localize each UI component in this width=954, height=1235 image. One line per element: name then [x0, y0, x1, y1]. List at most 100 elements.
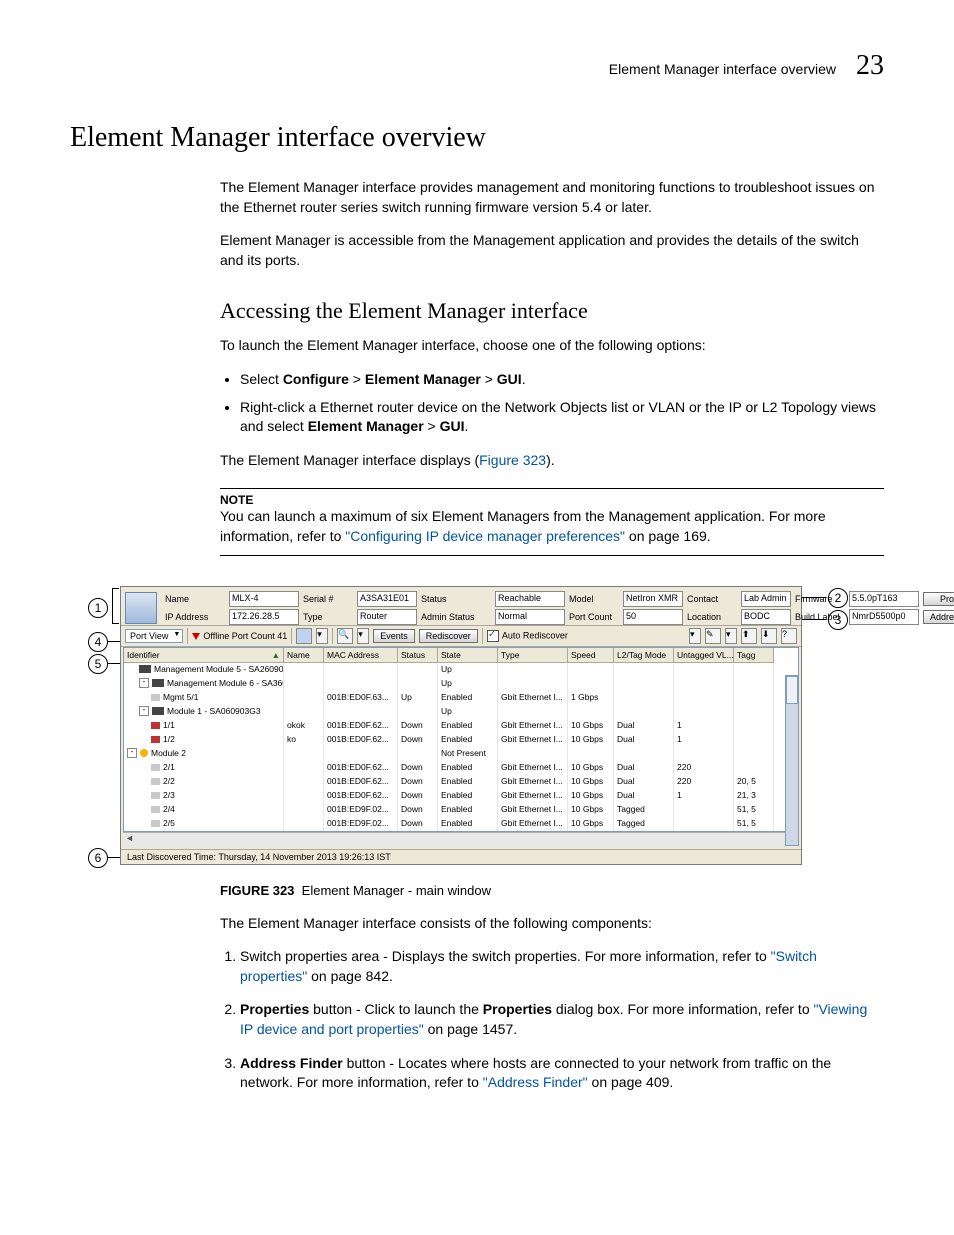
horizontal-scrollbar[interactable]	[123, 832, 799, 847]
label: IP Address	[165, 612, 225, 622]
offline-port-count: Offline Port Count 41	[192, 631, 287, 641]
callout-1: 1	[88, 598, 108, 618]
table-row[interactable]: Management Module 5 - SA26090806Up	[124, 663, 798, 677]
figure-reference-link[interactable]: Figure 323	[479, 452, 546, 468]
help-icon[interactable]: ?	[781, 628, 797, 644]
figure-caption: FIGURE 323 Element Manager - main window	[220, 883, 884, 898]
callout-leader	[108, 663, 120, 664]
location-field[interactable]: BODC	[741, 609, 791, 625]
checkbox-icon	[487, 630, 499, 642]
port-view-dropdown[interactable]: Port View	[125, 629, 183, 643]
ip-field[interactable]: 172.26.28.5	[229, 609, 299, 625]
table-row[interactable]: -Management Module 6 - SA36092006Up	[124, 677, 798, 691]
note-body: You can launch a maximum of six Element …	[220, 507, 884, 555]
toolbar-dropdown-icon[interactable]: ▾	[725, 628, 737, 644]
type-field: Router	[357, 609, 417, 625]
list-item: Address Finder button - Locates where ho…	[240, 1054, 884, 1093]
col-type[interactable]: Type	[498, 648, 568, 663]
col-l2[interactable]: L2/Tag Mode	[614, 648, 674, 663]
label: Port Count	[569, 612, 619, 622]
build-label-field: NmrD5500p0	[849, 609, 919, 625]
table-row[interactable]: -Module 1 - SA060903G3Up	[124, 705, 798, 719]
table-row[interactable]: 2/1001B:ED0F.62...DownEnabledGbit Ethern…	[124, 761, 798, 775]
serial-field[interactable]: A3SA31E01	[357, 591, 417, 607]
label: Status	[421, 594, 491, 604]
status-field: Reachable	[495, 591, 565, 607]
table-row[interactable]: 2/3001B:ED0F.62...DownEnabledGbit Ethern…	[124, 789, 798, 803]
list-item: Switch properties area - Displays the sw…	[240, 947, 884, 986]
address-finder-button[interactable]: Address Finder	[923, 610, 954, 624]
col-status[interactable]: Status	[398, 648, 438, 663]
note-heading: NOTE	[220, 488, 884, 507]
properties-button[interactable]: Properties	[923, 592, 954, 606]
port-count-field: 50	[623, 609, 683, 625]
label: Build Label	[795, 612, 845, 622]
label: Type	[303, 612, 353, 622]
table-row[interactable]: 1/2ko001B:ED0F.62...DownEnabledGbit Ethe…	[124, 733, 798, 747]
col-identifier[interactable]: Identifier ▲	[124, 648, 284, 663]
name-field[interactable]: MLX-4	[229, 591, 299, 607]
table-row[interactable]: 1/1okok001B:ED0F.62...DownEnabledGbit Et…	[124, 719, 798, 733]
table-row[interactable]: Mgmt 5/1001B:ED0F.63...UpEnabledGbit Eth…	[124, 691, 798, 705]
table-row[interactable]: -Module 2Not Present	[124, 747, 798, 761]
switch-properties-area: Name MLX-4 Serial # A3SA31E01 Status Rea…	[121, 587, 801, 625]
col-speed[interactable]: Speed	[568, 648, 614, 663]
device-icon	[125, 592, 157, 624]
events-button[interactable]: Events	[373, 629, 415, 643]
down-arrow-icon	[192, 633, 200, 640]
label: Location	[687, 612, 737, 622]
contact-field[interactable]: Lab Admin	[741, 591, 791, 607]
label: Admin Status	[421, 612, 491, 622]
page-number: 23	[856, 50, 884, 82]
callout-leader	[108, 641, 120, 642]
note-link[interactable]: "Configuring IP device manager preferenc…	[345, 528, 625, 544]
port-table: Identifier ▲ Name MAC Address Status Sta…	[123, 647, 799, 832]
callout-brace	[112, 588, 119, 624]
search-dropdown-icon[interactable]: ▾	[357, 628, 369, 644]
auto-rediscover-checkbox[interactable]: Auto Rediscover	[487, 630, 568, 642]
list-item: Select Configure > Element Manager > GUI…	[240, 370, 884, 390]
up-arrow-icon[interactable]: ⬆	[741, 628, 757, 644]
firmware-field: 5.5.0pT163	[849, 591, 919, 607]
paragraph: The Element Manager interface consists o…	[220, 914, 884, 934]
vertical-scrollbar[interactable]	[785, 675, 799, 846]
table-row[interactable]: 2/4001B:ED9F.02...DownEnabledGbit Ethern…	[124, 803, 798, 817]
list-item: Right-click a Ethernet router device on …	[240, 398, 884, 437]
cross-reference-link[interactable]: "Address Finder"	[483, 1074, 588, 1090]
paragraph: The Element Manager interface provides m…	[220, 178, 884, 217]
search-icon[interactable]: 🔍	[337, 628, 353, 644]
label: Firmware	[795, 594, 845, 604]
running-header: Element Manager interface overview	[609, 61, 836, 77]
callout-leader	[108, 857, 120, 858]
label: Contact	[687, 594, 737, 604]
toolbar-dropdown-icon[interactable]: ▾	[689, 628, 701, 644]
callout-6: 6	[88, 848, 108, 868]
callout-4: 4	[88, 632, 108, 652]
paragraph: Element Manager is accessible from the M…	[220, 231, 884, 270]
legend-dropdown-icon[interactable]: ▾	[316, 628, 328, 644]
label: Name	[165, 594, 225, 604]
col-untagged[interactable]: Untagged VL...	[674, 648, 734, 663]
down-arrow-icon[interactable]: ⬇	[761, 628, 777, 644]
table-header-row: Identifier ▲ Name MAC Address Status Sta…	[124, 648, 798, 663]
callout-5: 5	[88, 654, 108, 674]
table-row[interactable]: 2/5001B:ED9F.02...DownEnabledGbit Ethern…	[124, 817, 798, 831]
admin-status-field: Normal	[495, 609, 565, 625]
element-manager-window: Name MLX-4 Serial # A3SA31E01 Status Rea…	[120, 586, 802, 865]
section-heading: Accessing the Element Manager interface	[220, 298, 884, 324]
label: Serial #	[303, 594, 353, 604]
table-row[interactable]: 2/2001B:ED0F.62...DownEnabledGbit Ethern…	[124, 775, 798, 789]
list-item: Properties button - Click to launch the …	[240, 1000, 884, 1039]
col-tagg[interactable]: Tagg	[734, 648, 774, 663]
col-mac[interactable]: MAC Address	[324, 648, 398, 663]
toolbar: Port View Offline Port Count 41 ▾ 🔍 ▾ Ev…	[121, 625, 801, 647]
brush-icon[interactable]: ✎	[705, 628, 721, 644]
page-heading: Element Manager interface overview	[70, 122, 884, 154]
figure-323: 1 2 3 4 5 6 Name MLX-4 Serial # A3SA31E0…	[70, 586, 884, 865]
label: Model	[569, 594, 619, 604]
col-state[interactable]: State	[438, 648, 498, 663]
col-name[interactable]: Name	[284, 648, 324, 663]
paragraph: The Element Manager interface displays (…	[220, 451, 884, 471]
rediscover-button[interactable]: Rediscover	[419, 629, 478, 643]
legend-swatch[interactable]	[296, 628, 312, 644]
